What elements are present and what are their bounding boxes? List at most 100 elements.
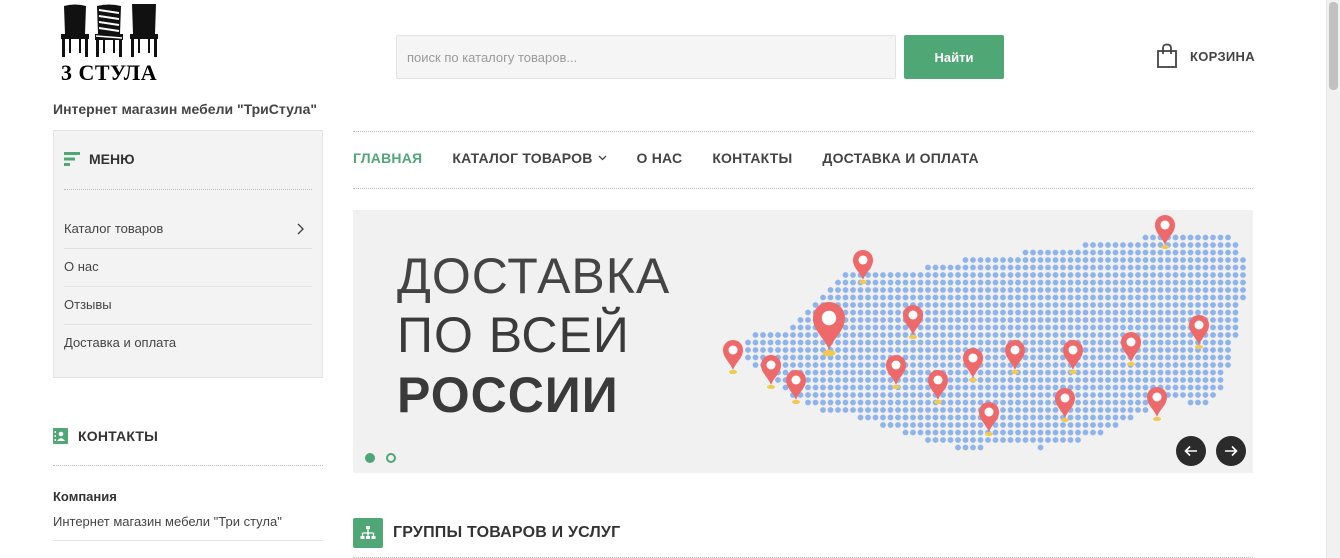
map-dot: [1082, 279, 1089, 286]
map-dot: [1165, 332, 1171, 338]
nav-item-about[interactable]: О НАС: [637, 150, 683, 166]
map-dot: [745, 339, 751, 346]
map-dot: [1112, 272, 1119, 278]
map-dot: [872, 279, 879, 286]
map-dot: [1187, 249, 1194, 256]
cart-link[interactable]: КОРЗИНА: [1156, 42, 1255, 70]
sidebar-item-about[interactable]: О нас: [64, 249, 312, 287]
nav-item-contacts[interactable]: КОНТАКТЫ: [712, 150, 792, 166]
map-dot: [1112, 317, 1119, 323]
map-dot: [1105, 354, 1111, 361]
map-dot: [1172, 377, 1179, 383]
slider-next-button[interactable]: [1216, 436, 1246, 466]
nav-item-catalog[interactable]: КАТАЛОГ ТОВАРОВ: [452, 150, 607, 166]
map-dot: [940, 332, 946, 338]
sidebar-item-reviews[interactable]: Отзывы: [64, 287, 312, 325]
map-dot: [1082, 249, 1089, 256]
map-dot: [992, 332, 999, 338]
map-dot: [1150, 362, 1156, 368]
map-dot: [962, 377, 969, 383]
map-dot: [1052, 437, 1059, 443]
map-dot: [947, 309, 954, 316]
map-dot: [895, 317, 901, 323]
map-dot: [955, 444, 961, 451]
map-dot: [1165, 257, 1171, 263]
slider-prev-button[interactable]: [1176, 436, 1206, 466]
map-dot: [910, 392, 916, 398]
map-dot: [835, 407, 841, 413]
map-dot: [1165, 362, 1171, 368]
map-dot: [977, 279, 984, 286]
map-dot: [955, 392, 961, 398]
map-dot: [985, 377, 991, 383]
sidebar-item-delivery[interactable]: Доставка и оплата: [64, 325, 312, 362]
map-dot: [970, 302, 976, 308]
map-dot: [865, 369, 871, 376]
map-dot: [940, 437, 946, 443]
map-dot: [1015, 414, 1021, 421]
map-dot: [955, 437, 961, 443]
site-logo[interactable]: 3 СТУЛА: [55, 4, 165, 85]
slide-indicator-2[interactable]: [386, 453, 396, 463]
map-dot: [1022, 249, 1029, 256]
map-dot: [1030, 339, 1036, 346]
map-dot: [790, 347, 796, 353]
map-dot: [970, 444, 976, 451]
map-dot: [1075, 249, 1081, 256]
map-dot: [790, 339, 796, 346]
map-dot: [970, 407, 976, 413]
map-dot: [1180, 324, 1186, 331]
sidebar-item-catalog[interactable]: Каталог товаров: [64, 211, 312, 249]
map-dot: [1045, 384, 1051, 391]
map-dot: [880, 287, 886, 293]
map-dot: [962, 407, 969, 413]
map-dot: [1135, 384, 1141, 391]
map-dot: [910, 294, 916, 301]
map-dot: [1127, 287, 1134, 293]
map-dot: [857, 377, 864, 383]
map-dot: [805, 339, 811, 346]
map-dot: [797, 339, 804, 346]
map-dot: [1000, 414, 1006, 421]
map-dot: [1075, 377, 1081, 383]
map-dot: [1120, 414, 1126, 421]
map-dot: [910, 422, 916, 428]
map-dot: [812, 354, 819, 361]
map-dot: [1097, 249, 1104, 256]
hero-slider[interactable]: ДОСТАВКА ПО ВСЕЙ РОССИИ: [353, 210, 1253, 473]
map-dot: [872, 414, 879, 421]
page-scrollbar[interactable]: [1326, 0, 1340, 558]
map-dot: [962, 294, 969, 301]
nav-item-home[interactable]: ГЛАВНАЯ: [353, 150, 422, 166]
search-input[interactable]: [396, 35, 896, 79]
slide-indicator-1[interactable]: [365, 453, 375, 463]
map-dot: [977, 369, 984, 376]
map-pin-icon: [723, 340, 743, 374]
scrollbar-thumb[interactable]: [1329, 2, 1338, 90]
map-dot: [1142, 257, 1149, 263]
map-dot: [1022, 272, 1029, 278]
map-dot: [1217, 279, 1224, 286]
map-dot: [947, 302, 954, 308]
map-dot: [1000, 302, 1006, 308]
map-dot: [1105, 414, 1111, 421]
map-dot: [1187, 347, 1194, 353]
map-dot: [1030, 272, 1036, 278]
map-dot: [1172, 332, 1179, 338]
map-dot: [1082, 272, 1089, 278]
map-dot: [1217, 347, 1224, 353]
map-dot: [1007, 414, 1014, 421]
map-dot: [1120, 354, 1126, 361]
map-dot: [1037, 264, 1044, 271]
map-dot: [1150, 324, 1156, 331]
map-dot: [1022, 407, 1029, 413]
map-dot: [1015, 429, 1021, 436]
contacts-divider: [53, 465, 323, 466]
nav-item-delivery[interactable]: ДОСТАВКА И ОПЛАТА: [822, 150, 978, 166]
map-dot: [880, 339, 886, 346]
search-button[interactable]: Найти: [904, 35, 1004, 79]
map-dot: [865, 347, 871, 353]
map-dot: [985, 347, 991, 353]
map-dot: [857, 332, 864, 338]
map-dot: [1060, 249, 1066, 256]
